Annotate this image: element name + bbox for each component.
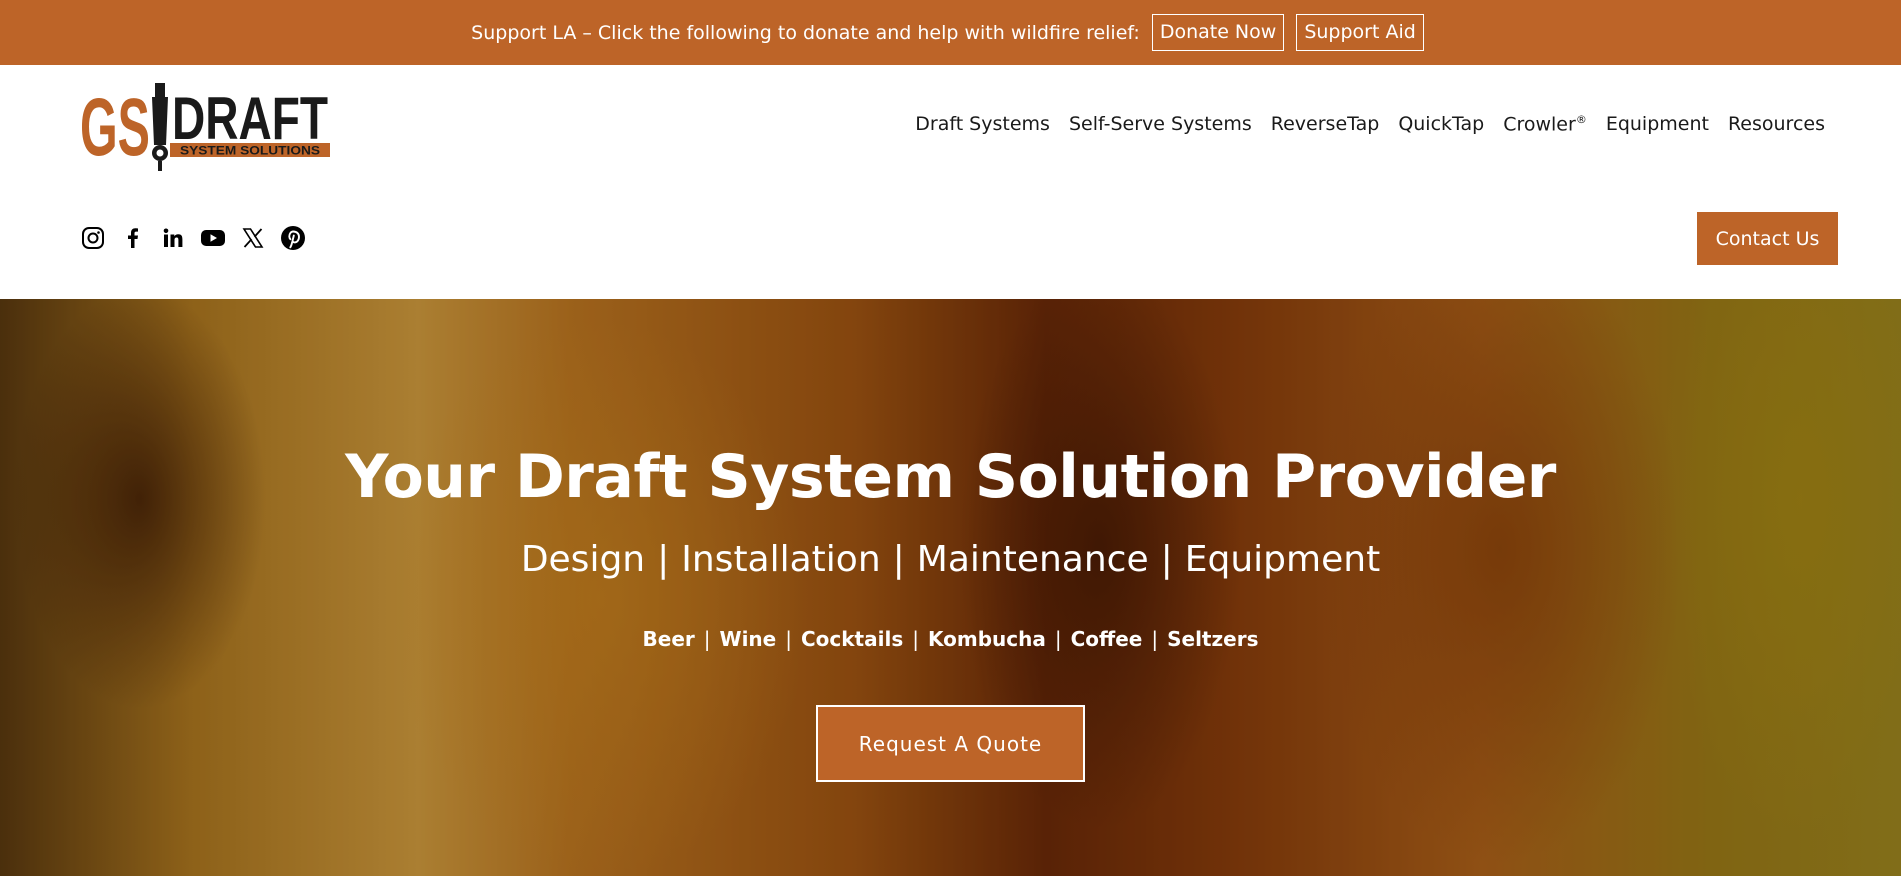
drink-wine: Wine <box>719 627 777 651</box>
social-links <box>80 225 306 251</box>
nav-resources[interactable]: Resources <box>1728 113 1825 135</box>
separator: | <box>1160 539 1173 580</box>
hero-section: Your Draft System Solution Provider Desi… <box>0 299 1901 876</box>
drink-kombucha: Kombucha <box>927 627 1046 651</box>
hero-title: Your Draft System Solution Provider <box>345 442 1556 512</box>
service-equipment: Equipment <box>1184 539 1381 580</box>
separator: | <box>785 627 792 651</box>
nav-quicktap[interactable]: QuickTap <box>1398 113 1484 135</box>
registered-mark: ® <box>1575 113 1587 126</box>
x-icon[interactable] <box>240 225 266 251</box>
logo-gs-text: GS <box>80 82 150 173</box>
hero-background-image <box>0 299 1901 876</box>
logo-draft-text: DRAFT <box>172 85 328 152</box>
drink-coffee: Coffee <box>1070 627 1143 651</box>
nav-reversetap[interactable]: ReverseTap <box>1271 113 1380 135</box>
separator: | <box>703 627 711 651</box>
main-nav: Draft Systems Self-Serve Systems Reverse… <box>896 113 1825 135</box>
service-design: Design <box>520 539 646 580</box>
facebook-icon[interactable] <box>120 225 146 251</box>
pinterest-icon[interactable] <box>280 225 306 251</box>
banner-text: Support LA – Click the following to dona… <box>471 21 1140 44</box>
drink-cocktails: Cocktails <box>800 627 904 651</box>
separator: | <box>1054 627 1062 651</box>
hero-services: Design | Installation | Maintenance | Equipmen… <box>0 539 1901 580</box>
site-header: GS DRAFT SYSTEM SOLUTIONS Draft Systems … <box>0 65 1901 299</box>
drink-seltzers: Seltzers <box>1167 627 1259 651</box>
nav-equipment[interactable]: Equipment <box>1606 113 1709 135</box>
separator: | <box>657 539 670 580</box>
nav-draft-systems[interactable]: Draft Systems <box>915 113 1050 135</box>
service-installation: Installation <box>681 539 881 580</box>
drink-beer: Beer <box>642 627 695 651</box>
linkedin-icon[interactable] <box>160 225 186 251</box>
youtube-icon[interactable] <box>200 225 226 251</box>
separator: | <box>892 539 905 580</box>
donate-now-button[interactable]: Donate Now <box>1151 14 1285 51</box>
donation-banner: Support LA – Click the following to dona… <box>0 0 1901 65</box>
support-aid-button[interactable]: Support Aid <box>1296 14 1424 51</box>
nav-crowler-label: Crowler <box>1503 113 1576 136</box>
logo-tagline: SYSTEM SOLUTIONS <box>180 146 320 158</box>
service-maintenance: Maintenance <box>916 539 1149 580</box>
hero-beverages: Beer | Wine | Cocktails | Kombucha | Coffee | Selt… <box>0 627 1901 651</box>
separator: | <box>912 627 919 651</box>
nav-self-serve-systems[interactable]: Self-Serve Systems <box>1069 113 1252 135</box>
request-quote-button[interactable]: Request A Quote <box>816 705 1085 782</box>
instagram-icon[interactable] <box>80 225 106 251</box>
nav-crowler[interactable]: Crowler® <box>1503 113 1587 135</box>
contact-us-button[interactable]: Contact Us <box>1697 212 1838 265</box>
separator: | <box>1151 627 1159 651</box>
gs-draft-logo[interactable]: GS DRAFT SYSTEM SOLUTIONS <box>80 77 330 177</box>
